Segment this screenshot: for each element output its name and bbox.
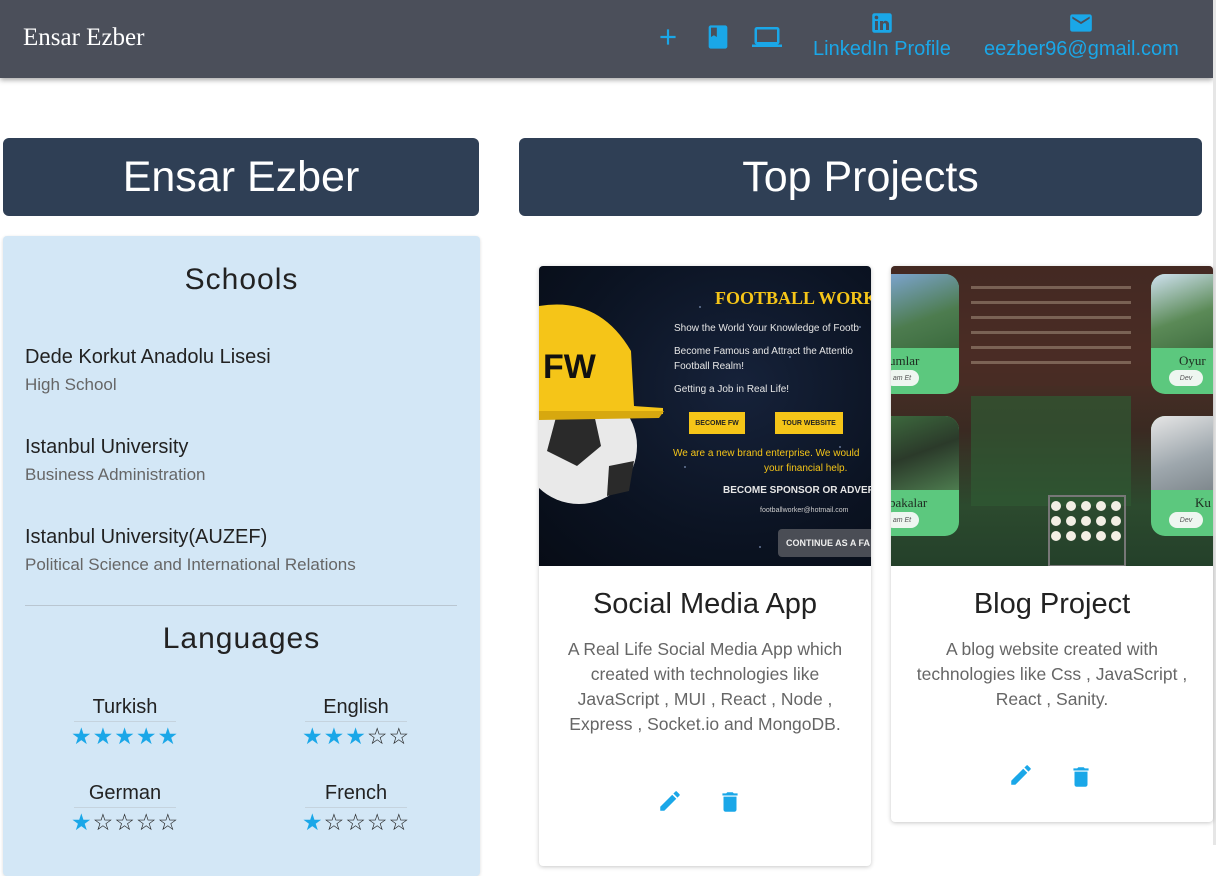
add-icon[interactable] [653, 22, 683, 52]
book-icon[interactable] [703, 22, 733, 52]
language-name: German [74, 782, 176, 808]
section-divider [25, 605, 457, 606]
star-filled-icon: ★ [135, 723, 158, 749]
project-description: A blog website created with technologies… [916, 639, 1188, 709]
star-filled-icon: ★ [323, 723, 346, 749]
image-notice: We are a new brand enterprise. We would [673, 448, 860, 459]
image-notice: your financial help. [764, 463, 848, 474]
star-empty-icon: ☆ [114, 809, 136, 835]
language-name: French [305, 782, 407, 808]
school-degree: High School [25, 375, 117, 394]
linkedin-link[interactable]: LinkedIn Profile [813, 10, 951, 61]
star-filled-icon: ★ [114, 723, 136, 749]
image-button: BECOME FW [689, 412, 745, 434]
school-name: Istanbul University [25, 436, 189, 458]
language-item: French ★☆☆☆☆ [291, 782, 421, 836]
language-item: German ★☆☆☆☆ [60, 782, 190, 836]
star-rating: ★★★★★ [60, 722, 190, 750]
linkedin-label: LinkedIn Profile [813, 38, 951, 60]
brand-title[interactable]: Ensar Ezber [23, 24, 144, 52]
image-tile: bakalar am Et [891, 416, 959, 536]
project-description: A Real Life Social Media App which creat… [567, 639, 843, 734]
star-rating: ★★★☆☆ [291, 722, 421, 750]
image-tile: umlar am Et [891, 274, 959, 394]
school-name: Dede Korkut Anadolu Lisesi [25, 346, 271, 368]
star-empty-icon: ☆ [135, 809, 158, 835]
image-headline: FOOTBALL WORK [715, 288, 871, 308]
image-tile: Ku Dev [1151, 416, 1213, 536]
languages-title: Languages [162, 622, 321, 655]
school-name: Istanbul University(AUZEF) [25, 526, 268, 548]
project-card: FW FOOTBALL WORK Show the World Your Kno… [539, 266, 871, 866]
language-name: English [305, 696, 407, 722]
edit-icon[interactable] [655, 786, 685, 816]
language-item: Turkish ★★★★★ [60, 696, 190, 750]
language-item: English ★★★☆☆ [291, 696, 421, 750]
profile-panel: Schools Dede Korkut Anadolu Lisesi High … [3, 236, 480, 876]
email-label: eezber96@gmail.com [984, 38, 1179, 60]
image-continue: CONTINUE AS A FA [778, 529, 871, 557]
image-line: Show the World Your Knowledge of Footb [674, 323, 859, 334]
star-filled-icon: ★ [70, 809, 93, 835]
star-filled-icon: ★ [157, 723, 180, 749]
project-title: Blog Project [973, 588, 1131, 620]
mail-icon [1070, 14, 1093, 32]
project-image[interactable]: FW FOOTBALL WORK Show the World Your Kno… [539, 266, 871, 566]
delete-icon[interactable] [715, 787, 745, 817]
image-button: TOUR WEBSITE [775, 412, 843, 434]
project-title: Social Media App [592, 588, 818, 620]
star-filled-icon: ★ [301, 809, 324, 835]
star-empty-icon: ☆ [388, 809, 411, 835]
profile-name-header: Ensar Ezber [3, 138, 479, 216]
logo-text: FW [543, 348, 596, 386]
linkedin-icon [872, 13, 892, 33]
laptop-icon[interactable] [752, 22, 782, 52]
edit-icon[interactable] [1006, 760, 1036, 790]
image-line: Football Realm! [674, 361, 745, 372]
school-item: Dede Korkut Anadolu Lisesi High School [25, 346, 271, 395]
star-rating: ★☆☆☆☆ [60, 808, 190, 836]
project-image[interactable]: umlar am Et Oyur Dev bakalar am Et Ku De… [891, 266, 1213, 566]
football-helmet-illustration [539, 304, 664, 504]
star-empty-icon: ☆ [92, 809, 115, 835]
image-line: Getting a Job in Real Life! [674, 384, 790, 395]
language-name: Turkish [74, 696, 176, 722]
star-filled-icon: ★ [301, 723, 324, 749]
image-tile: Oyur Dev [1151, 274, 1213, 394]
email-link[interactable]: eezber96@gmail.com [984, 10, 1179, 61]
star-filled-icon: ★ [345, 723, 367, 749]
delete-icon[interactable] [1066, 762, 1096, 792]
projects-header: Top Projects [519, 138, 1202, 216]
school-item: Istanbul University(AUZEF) Political Sci… [25, 526, 356, 575]
star-empty-icon: ☆ [366, 723, 389, 749]
school-item: Istanbul University Business Administrat… [25, 436, 205, 485]
school-degree: Political Science and International Rela… [25, 555, 356, 574]
star-empty-icon: ☆ [345, 809, 367, 835]
school-degree: Business Administration [25, 465, 206, 484]
image-line: Become Famous and Attract the Attentio [674, 346, 853, 357]
star-filled-icon: ★ [92, 723, 115, 749]
image-email: footballworker@hotmail.com [760, 507, 849, 514]
star-empty-icon: ☆ [323, 809, 346, 835]
star-rating: ★☆☆☆☆ [291, 808, 421, 836]
schools-title: Schools [184, 263, 299, 296]
image-sponsor: BECOME SPONSOR OR ADVER [723, 485, 871, 496]
star-empty-icon: ☆ [388, 723, 411, 749]
star-empty-icon: ☆ [157, 809, 180, 835]
app-bar: Ensar Ezber LinkedIn Profile eezber96@gm… [0, 0, 1213, 78]
star-empty-icon: ☆ [366, 809, 389, 835]
star-filled-icon: ★ [70, 723, 93, 749]
project-card: umlar am Et Oyur Dev bakalar am Et Ku De… [891, 266, 1213, 822]
